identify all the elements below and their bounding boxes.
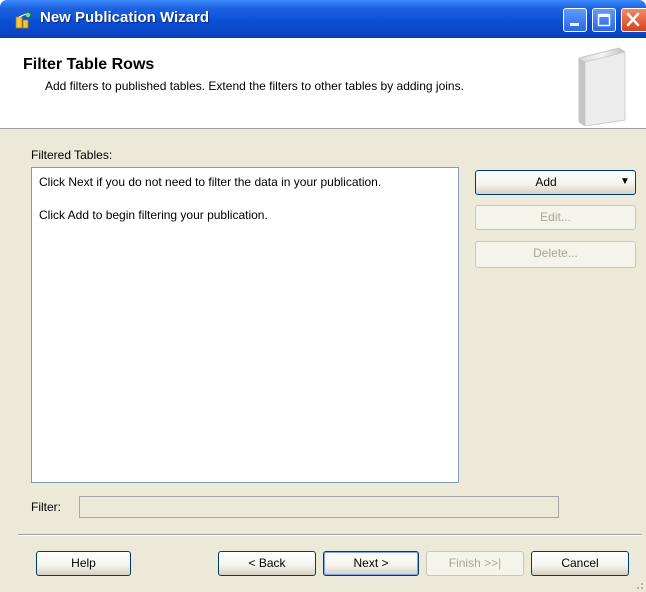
wizard-window: New Publication Wizard Filter Table Rows… bbox=[0, 0, 646, 592]
help-button[interactable]: Help bbox=[36, 551, 131, 576]
minimize-button[interactable] bbox=[563, 8, 587, 32]
minimize-icon bbox=[570, 23, 579, 26]
filtered-tables-label: Filtered Tables: bbox=[31, 148, 113, 162]
wizard-header: Filter Table Rows Add filters to publish… bbox=[0, 38, 646, 129]
filtered-tables-list[interactable]: Click Next if you do not need to filter … bbox=[31, 167, 459, 483]
filter-label: Filter: bbox=[31, 500, 61, 514]
page-subtitle: Add filters to published tables. Extend … bbox=[45, 79, 464, 93]
cancel-button[interactable]: Cancel bbox=[531, 551, 629, 576]
footer-divider bbox=[18, 534, 642, 536]
close-button[interactable] bbox=[621, 8, 646, 32]
next-button[interactable]: Next > bbox=[323, 551, 419, 576]
delete-button[interactable]: Delete... bbox=[475, 241, 636, 268]
maximize-icon bbox=[597, 13, 611, 27]
edit-button[interactable]: Edit... bbox=[475, 205, 636, 230]
resize-grip-icon[interactable] bbox=[634, 580, 644, 590]
dropdown-arrow-icon: ▼ bbox=[620, 176, 630, 187]
add-dropdown-button[interactable]: Add ▼ bbox=[475, 170, 636, 195]
window-title: New Publication Wizard bbox=[40, 9, 210, 26]
filter-field[interactable] bbox=[79, 496, 559, 518]
publication-app-icon bbox=[15, 12, 31, 29]
maximize-button[interactable] bbox=[592, 8, 616, 32]
back-button[interactable]: < Back bbox=[218, 551, 316, 576]
close-icon bbox=[626, 12, 640, 27]
list-item: Click Add to begin filtering your public… bbox=[39, 208, 268, 222]
add-button-label: Add bbox=[535, 175, 557, 189]
finish-button[interactable]: Finish >>| bbox=[426, 551, 524, 576]
wizard-book-icon bbox=[578, 47, 626, 126]
page-title: Filter Table Rows bbox=[23, 56, 155, 73]
title-bar[interactable]: New Publication Wizard bbox=[0, 0, 646, 38]
list-item: Click Next if you do not need to filter … bbox=[39, 175, 382, 189]
